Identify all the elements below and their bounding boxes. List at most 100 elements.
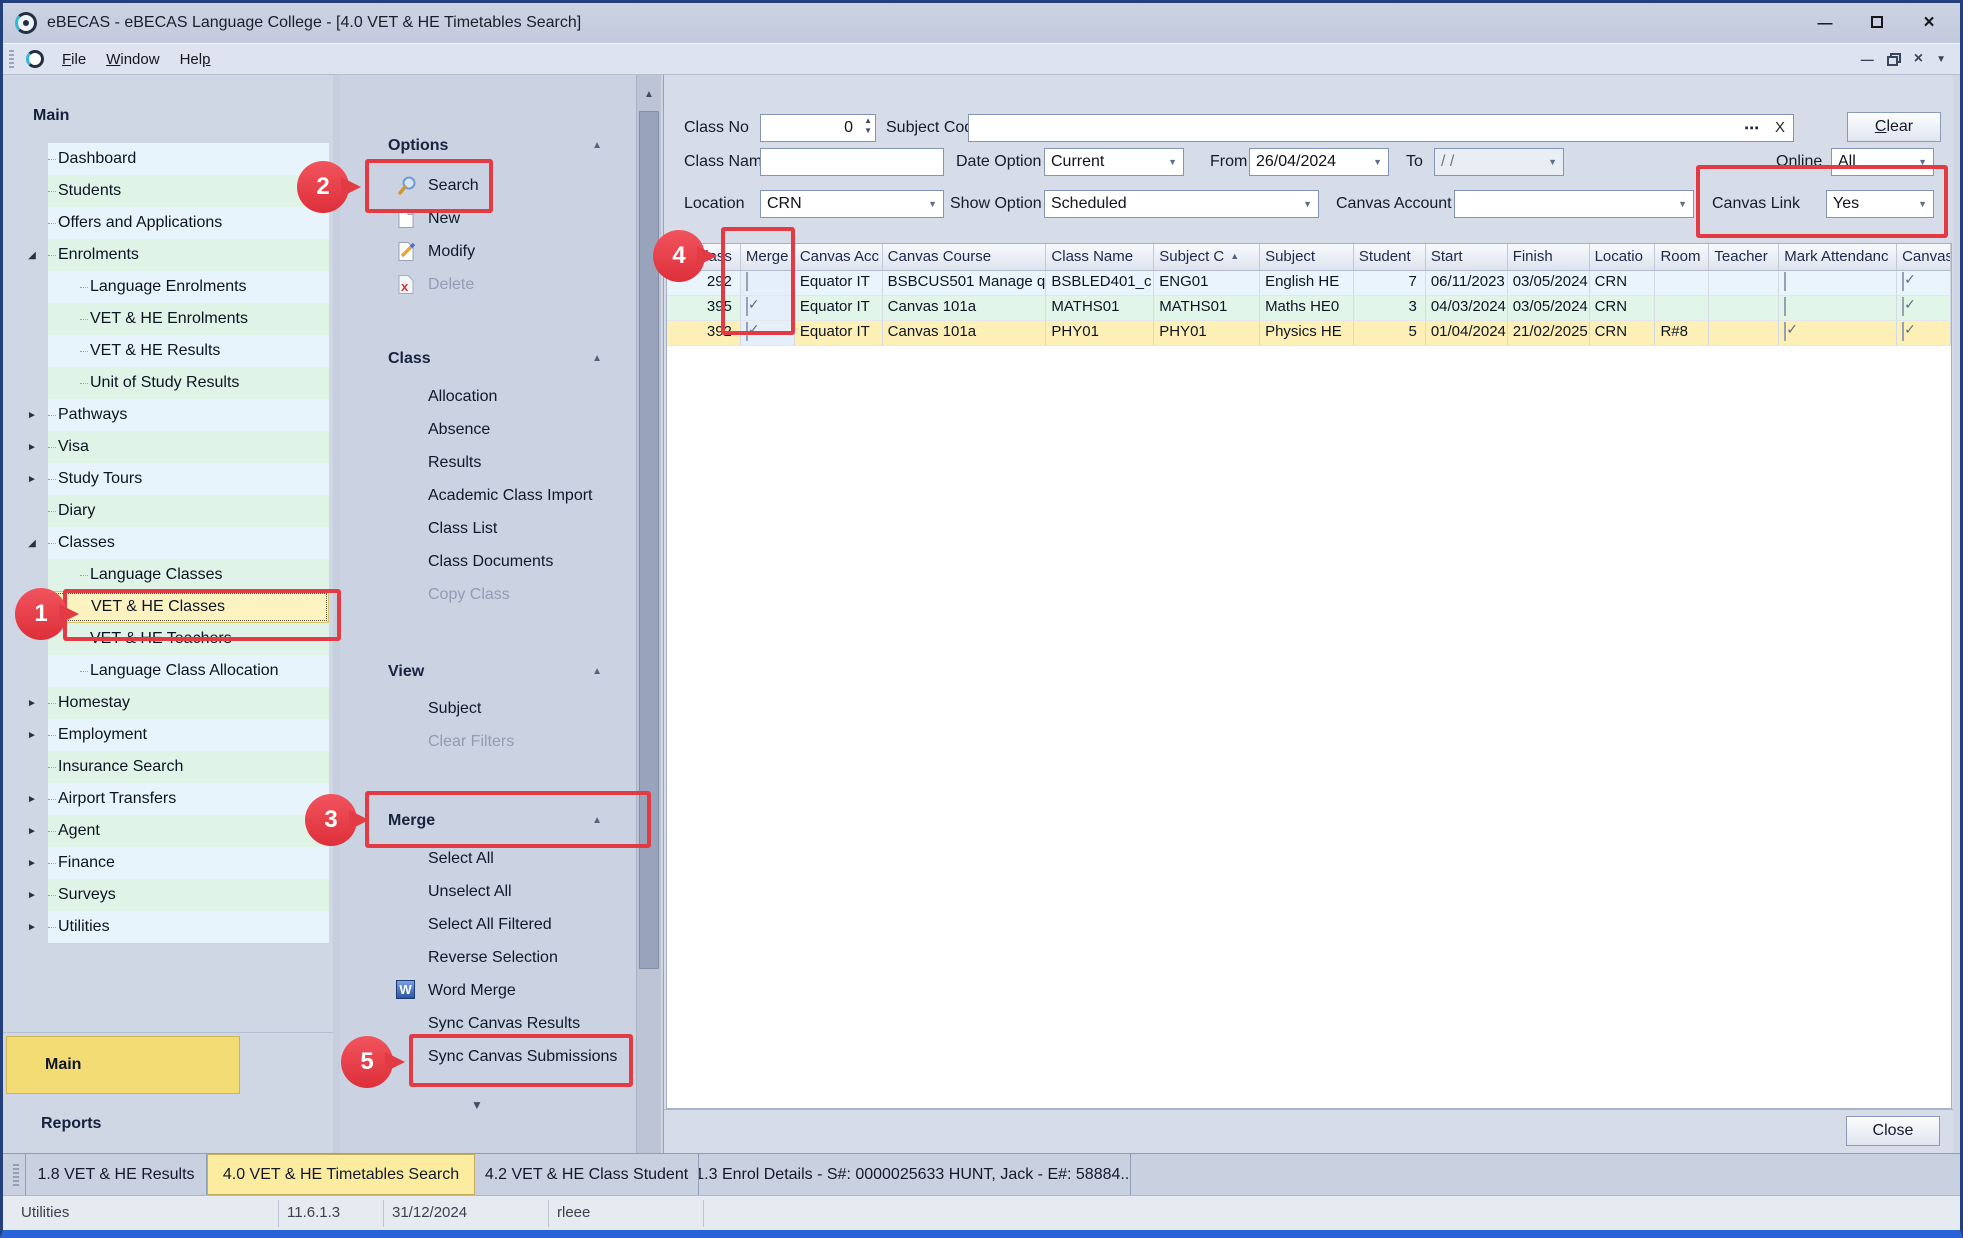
sidebar-item-unit-of-study-results[interactable]: Unit of Study Results — [48, 367, 329, 399]
tool-item-allocation[interactable]: Allocation — [340, 380, 636, 413]
section-header-view[interactable]: View ▲ — [388, 663, 610, 683]
tab-vet-he-class-student[interactable]: 4.2 VET & HE Class Student — [475, 1154, 699, 1195]
toolbar-grip[interactable] — [9, 50, 14, 68]
grid-row[interactable]: 292 Equator IT BSBCUS501 Manage q BSBLED… — [667, 271, 1951, 296]
col-header-student[interactable]: Student — [1354, 244, 1426, 270]
tree-collapsed-icon[interactable]: ► — [22, 858, 42, 869]
to-date-select[interactable]: / / — [1434, 148, 1564, 176]
mdi-dropdown-icon[interactable]: ▼ — [1936, 54, 1946, 65]
scroll-down-icon[interactable]: ▼ — [471, 1098, 483, 1112]
grid-row[interactable]: 395 Equator IT Canvas 101a MATHS01 MATHS… — [667, 296, 1951, 321]
location-select[interactable]: CRN — [760, 190, 944, 218]
col-header-subject[interactable]: Subject — [1260, 244, 1354, 270]
tool-item-word-merge[interactable]: W Word Merge — [340, 974, 636, 1007]
sidebar-item-surveys[interactable]: ►Surveys — [48, 879, 329, 911]
sidebar-item-employment[interactable]: ►Employment — [48, 719, 329, 751]
sidebar-item-pathways[interactable]: ►Pathways — [48, 399, 329, 431]
mark-attendance-checkbox[interactable] — [1784, 272, 1786, 291]
section-header-options[interactable]: Options ▲ — [388, 137, 610, 157]
col-header-canvas-acc[interactable]: Canvas Acc — [795, 244, 883, 270]
section-header-class[interactable]: Class ▲ — [388, 350, 610, 370]
sidebar-item-finance[interactable]: ►Finance — [48, 847, 329, 879]
mark-attendance-checkbox[interactable] — [1784, 297, 1786, 316]
scroll-up-icon[interactable]: ▲ — [637, 89, 661, 107]
collapse-icon[interactable]: ▲ — [592, 353, 602, 364]
tree-collapsed-icon[interactable]: ► — [22, 730, 42, 741]
menu-window[interactable]: Window — [96, 47, 169, 72]
col-header-teacher[interactable]: Teacher — [1709, 244, 1779, 270]
sidebar-footer-main-button[interactable]: Main — [6, 1036, 240, 1094]
col-header-finish[interactable]: Finish — [1508, 244, 1590, 270]
close-window-icon[interactable]: × — [1916, 12, 1942, 34]
tree-collapsed-icon[interactable]: ► — [22, 410, 42, 421]
tree-collapsed-icon[interactable]: ► — [22, 794, 42, 805]
canvas-checkbox[interactable] — [1902, 297, 1904, 316]
sidebar-item-language-class-allocation[interactable]: Language Class Allocation — [48, 655, 329, 687]
tool-item-class-list[interactable]: Class List — [340, 512, 636, 545]
col-header-subject-code[interactable]: Subject C — [1154, 244, 1260, 270]
col-header-start[interactable]: Start — [1426, 244, 1508, 270]
tool-item-academic-class-import[interactable]: Academic Class Import — [340, 479, 636, 512]
mdi-restore-icon[interactable] — [1887, 53, 1901, 66]
sidebar-item-agent[interactable]: ►Agent — [48, 815, 329, 847]
tool-item-results[interactable]: Results — [340, 446, 636, 479]
col-header-room[interactable]: Room — [1655, 244, 1709, 270]
col-header-canvas[interactable]: Canvas — [1897, 244, 1951, 270]
minimize-icon[interactable]: — — [1812, 15, 1838, 32]
sidebar-item-homestay[interactable]: ►Homestay — [48, 687, 329, 719]
grid-row-selected[interactable]: 392 Equator IT Canvas 101a PHY01 PHY01 P… — [667, 321, 1951, 346]
tree-collapsed-icon[interactable]: ► — [22, 890, 42, 901]
tabs-grip[interactable] — [13, 1164, 19, 1186]
from-date-select[interactable]: 26/04/2024 — [1249, 148, 1389, 176]
col-header-class-name[interactable]: Class Name — [1046, 244, 1154, 270]
collapse-icon[interactable]: ▲ — [592, 140, 602, 151]
col-header-location[interactable]: Locatio — [1590, 244, 1656, 270]
menu-help[interactable]: Help — [170, 47, 221, 72]
lookup-ellipsis-icon[interactable]: ⋯ — [1744, 119, 1759, 137]
sidebar-item-language-enrolments[interactable]: Language Enrolments — [48, 271, 329, 303]
tool-item-unselect-all[interactable]: Unselect All — [340, 875, 636, 908]
tree-collapsed-icon[interactable]: ► — [22, 698, 42, 709]
clear-button[interactable]: Clear — [1847, 112, 1941, 142]
tree-collapsed-icon[interactable]: ► — [22, 474, 42, 485]
tree-expanded-icon[interactable]: ◢ — [22, 538, 42, 549]
tool-item-absence[interactable]: Absence — [340, 413, 636, 446]
sidebar-item-airport-transfers[interactable]: ►Airport Transfers — [48, 783, 329, 815]
sidebar-item-visa[interactable]: ►Visa — [48, 431, 329, 463]
sidebar-item-utilities[interactable]: ►Utilities — [48, 911, 329, 943]
mdi-close-icon[interactable]: × — [1914, 50, 1923, 68]
sidebar-item-vet-he-results[interactable]: VET & HE Results — [48, 335, 329, 367]
sidebar-item-dashboard[interactable]: Dashboard — [48, 143, 329, 175]
tab-vet-he-results[interactable]: 1.8 VET & HE Results — [25, 1154, 207, 1195]
close-button[interactable]: Close — [1846, 1116, 1940, 1146]
tab-vet-he-timetables-search[interactable]: 4.0 VET & HE Timetables Search — [207, 1154, 475, 1195]
tool-item-class-documents[interactable]: Class Documents — [340, 545, 636, 578]
tool-panel-scrollbar[interactable]: ▲ — [636, 75, 661, 1153]
class-no-input[interactable]: 0 ▲▼ — [760, 114, 876, 142]
mdi-minimize-icon[interactable]: — — [1861, 52, 1874, 67]
menu-file[interactable]: File — [52, 47, 96, 72]
tool-item-reverse-selection[interactable]: Reverse Selection — [340, 941, 636, 974]
sidebar-item-insurance-search[interactable]: Insurance Search — [48, 751, 329, 783]
show-option-select[interactable]: Scheduled — [1044, 190, 1319, 218]
maximize-icon[interactable] — [1864, 15, 1890, 32]
tool-item-subject[interactable]: Subject — [340, 692, 636, 725]
sidebar-item-offers[interactable]: Offers and Applications — [48, 207, 329, 239]
canvas-checkbox[interactable] — [1902, 322, 1904, 341]
sidebar-item-students[interactable]: Students — [48, 175, 329, 207]
mark-attendance-checkbox[interactable] — [1784, 322, 1786, 341]
tree-expanded-icon[interactable]: ◢ — [22, 250, 42, 261]
tree-collapsed-icon[interactable]: ► — [22, 442, 42, 453]
sidebar-item-enrolments[interactable]: ◢Enrolments — [48, 239, 329, 271]
clear-field-x-icon[interactable]: X — [1775, 119, 1785, 137]
col-header-mark-attendance[interactable]: Mark Attendanc — [1779, 244, 1897, 270]
sidebar-item-study-tours[interactable]: ►Study Tours — [48, 463, 329, 495]
tree-collapsed-icon[interactable]: ► — [22, 922, 42, 933]
sidebar-item-vet-he-enrolments[interactable]: VET & HE Enrolments — [48, 303, 329, 335]
tool-item-modify[interactable]: Modify — [340, 235, 636, 268]
col-header-canvas-course[interactable]: Canvas Course — [883, 244, 1047, 270]
date-option-select[interactable]: Current — [1044, 148, 1184, 176]
canvas-checkbox[interactable] — [1902, 272, 1904, 291]
canvas-account-select[interactable] — [1454, 190, 1694, 218]
subject-code-input[interactable]: ⋯ X — [968, 114, 1794, 142]
